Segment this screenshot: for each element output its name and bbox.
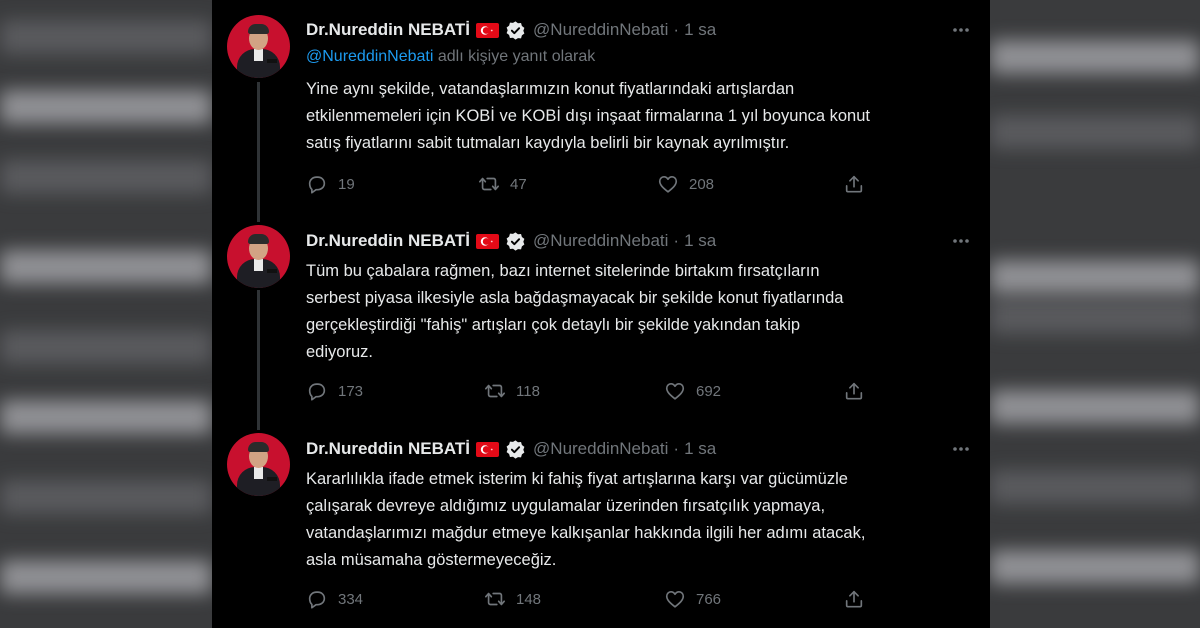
reply-icon <box>308 591 326 609</box>
background-right <box>990 0 1200 628</box>
like-count: 692 <box>696 382 722 400</box>
like-button[interactable]: 208 <box>657 171 714 197</box>
tweet[interactable]: Dr.Nureddin NEBATİ @NureddinNebati · 1 s… <box>212 210 990 430</box>
avatar[interactable] <box>227 225 290 288</box>
tweet[interactable]: Dr.Nureddin NEBATİ @NureddinNebati · 1 s… <box>212 0 990 222</box>
tweet-text-line: ediyoruz. <box>306 343 373 361</box>
separator-dot: · <box>673 439 680 458</box>
verified-badge-icon <box>505 439 526 460</box>
thread-line <box>257 82 260 222</box>
retweet-button[interactable]: 148 <box>484 586 541 612</box>
share-icon <box>845 382 863 400</box>
reply-icon <box>308 176 326 194</box>
turkey-flag-icon <box>476 441 500 457</box>
tweet-text: Tüm bu çabalara rağmen, bazı internet si… <box>306 258 976 366</box>
avatar[interactable] <box>227 15 290 78</box>
tweet-actions: 334 148 766 <box>306 586 866 612</box>
like-icon <box>665 591 685 608</box>
share-button[interactable] <box>843 171 865 197</box>
reply-icon <box>308 383 326 401</box>
tweet-actions: 19 47 208 <box>306 171 866 197</box>
separator-dot: · <box>673 20 680 39</box>
tweet-text-line: asla müsamaha göstermeyeceğiz. <box>306 551 557 569</box>
reply-count: 19 <box>338 175 355 193</box>
background-left <box>0 0 212 628</box>
tweet-thread: Dr.Nureddin NEBATİ @NureddinNebati · 1 s… <box>212 0 990 628</box>
retweet-count: 148 <box>516 590 542 608</box>
more-options-icon[interactable] <box>950 230 972 252</box>
author-name[interactable]: Dr.Nureddin NEBATİ <box>306 231 470 251</box>
retweet-icon <box>479 177 499 191</box>
author-handle[interactable]: @NureddinNebati <box>533 20 668 40</box>
share-icon <box>845 590 863 608</box>
tweet-text-line: Kararlılıkla ifade etmek isterim ki fahi… <box>306 470 848 488</box>
retweet-button[interactable]: 47 <box>478 171 527 197</box>
reply-button[interactable]: 19 <box>306 171 355 197</box>
tweet-time[interactable]: 1 sa <box>684 231 716 251</box>
author-name[interactable]: Dr.Nureddin NEBATİ <box>306 20 470 40</box>
tweet-text-line: etkilenmemeleri için KOBİ ve KOBİ dışı i… <box>306 107 870 125</box>
verified-badge-icon <box>505 231 526 252</box>
share-icon <box>845 175 863 193</box>
like-icon <box>658 176 678 193</box>
tweet-text-line: vatandaşlarımızı mağdur etmeye kalkışanl… <box>306 524 866 542</box>
more-options-icon[interactable] <box>950 19 972 41</box>
tweet-text-line: serbest piyasa ilkesiyle asla bağdaşmaya… <box>306 289 844 307</box>
turkey-flag-icon <box>476 22 500 38</box>
retweet-button[interactable]: 118 <box>484 378 540 404</box>
like-count: 208 <box>689 175 715 193</box>
share-button[interactable] <box>843 378 865 404</box>
like-icon <box>665 383 685 400</box>
reply-context: @NureddinNebati adlı kişiye yanıt olarak <box>306 48 595 66</box>
tweet-text: Kararlılıkla ifade etmek isterim ki fahi… <box>306 466 976 574</box>
author-handle[interactable]: @NureddinNebati <box>533 439 668 459</box>
like-button[interactable]: 692 <box>664 378 721 404</box>
reply-count: 173 <box>338 382 364 400</box>
share-button[interactable] <box>843 586 865 612</box>
tweet-actions: 173 118 692 <box>306 378 866 404</box>
more-options-icon[interactable] <box>950 438 972 460</box>
tweet-text: Yine aynı şekilde, vatandaşlarımızın kon… <box>306 76 976 157</box>
retweet-count: 118 <box>516 382 540 400</box>
tweet-text-line: Yine aynı şekilde, vatandaşlarımızın kon… <box>306 80 795 98</box>
reply-count: 334 <box>338 590 364 608</box>
reply-mention-link[interactable]: @NureddinNebati <box>306 48 433 65</box>
tweet-text-line: Tüm bu çabalara rağmen, bazı internet si… <box>306 262 820 280</box>
retweet-icon <box>485 592 505 606</box>
tweet-text-line: gerçekleştirdiği "fahiş" artışları çok d… <box>306 316 801 334</box>
verified-badge-icon <box>505 20 526 41</box>
author-handle[interactable]: @NureddinNebati <box>533 231 668 251</box>
turkey-flag-icon <box>476 233 500 249</box>
like-button[interactable]: 766 <box>664 586 721 612</box>
tweet-text-line: çalışarak devreye aldığımız uygulamalar … <box>306 497 826 515</box>
tweet-time[interactable]: 1 sa <box>684 439 716 459</box>
reply-button[interactable]: 334 <box>306 586 363 612</box>
like-count: 766 <box>696 590 722 608</box>
reply-button[interactable]: 173 <box>306 378 363 404</box>
separator-dot: · <box>673 231 680 250</box>
tweet-time[interactable]: 1 sa <box>684 20 716 40</box>
reply-context-text: adlı kişiye yanıt olarak <box>433 48 596 65</box>
avatar[interactable] <box>227 433 290 496</box>
author-name[interactable]: Dr.Nureddin NEBATİ <box>306 439 470 459</box>
tweet-text-line: satış fiyatlarını sabit tutmaları kaydıy… <box>306 134 790 152</box>
retweet-count: 47 <box>510 175 527 193</box>
thread-line <box>257 290 260 430</box>
tweet[interactable]: Dr.Nureddin NEBATİ @NureddinNebati · 1 s… <box>212 418 990 628</box>
retweet-icon <box>485 384 505 398</box>
